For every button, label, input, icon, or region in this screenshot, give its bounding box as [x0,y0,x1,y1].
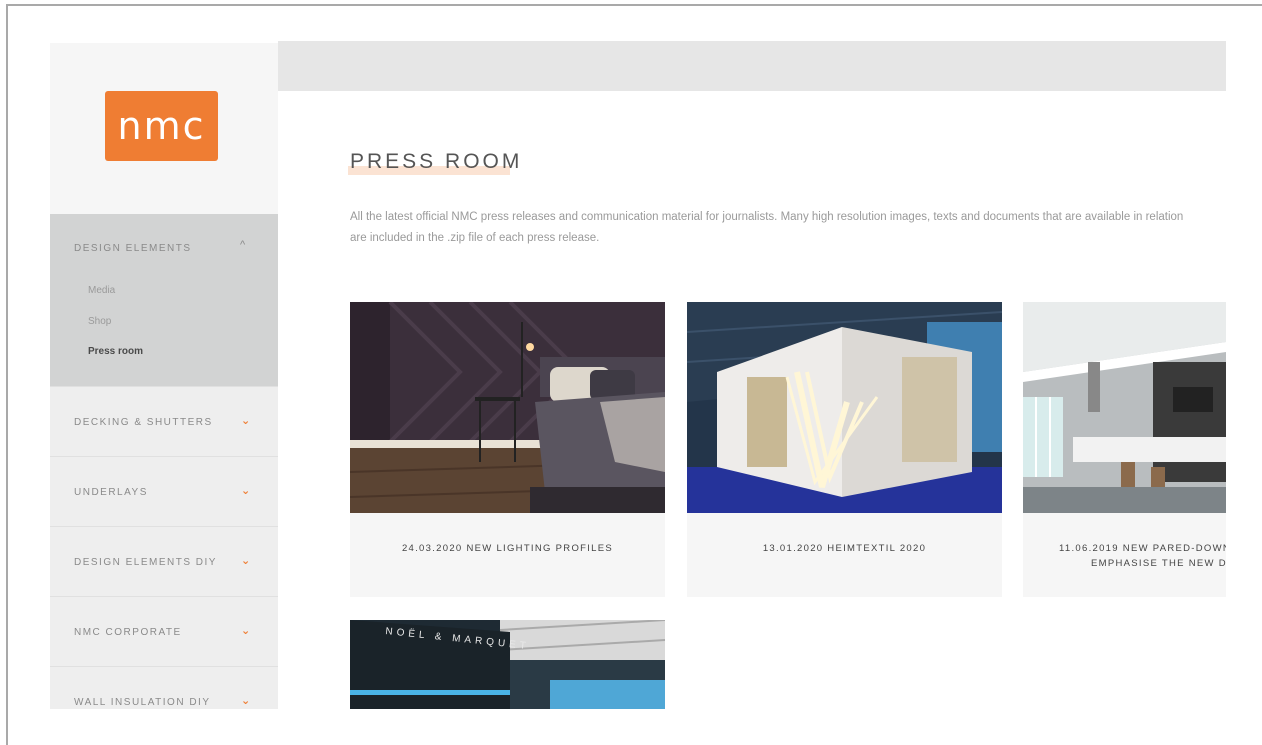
nav-section-decking-shutters[interactable]: DECKING & SHUTTERS ⌄ [50,386,278,456]
chevron-down-icon: ⌄ [241,485,251,497]
nav-section-label: UNDERLAYS [74,487,148,498]
chevron-down-icon: ⌄ [241,555,251,567]
nav-section-header-design-elements[interactable]: DESIGN ELEMENTS ^ [50,214,278,282]
caption-line: EMPHASISE THE NEW DIR [1091,558,1226,569]
press-card-caption: 13.01.2020 HEIMTEXTIL 2020 [762,543,927,554]
sidebar-item-shop[interactable]: Shop [88,316,111,327]
press-card-image [687,302,1002,513]
chevron-down-icon: ⌄ [241,625,251,637]
press-card-booth[interactable]: NOËL & MARQUET [350,620,665,709]
nav-section-design-elements: DESIGN ELEMENTS ^ Media Shop Press room [50,214,278,386]
nav-section-underlays[interactable]: UNDERLAYS ⌄ [50,456,278,526]
chevron-down-icon: ⌄ [241,695,251,707]
press-card-caption: 24.03.2020 NEW LIGHTING PROFILES [401,543,614,554]
press-card-caption: 11.06.2019 NEW PARED-DOWN EMPHASISE THE … [1059,541,1226,571]
intro-line: All the latest official NMC press releas… [350,211,1184,223]
nav-section-wall-insulation-diy[interactable]: WALL INSULATION DIY ⌄ [50,666,278,709]
intro-text: All the latest official NMC press releas… [350,207,1226,249]
press-card-pared-down[interactable]: 11.06.2019 NEW PARED-DOWN EMPHASISE THE … [1023,302,1226,597]
nmc-logo[interactable]: nmc [105,91,218,161]
nav-section-design-elements-diy[interactable]: DESIGN ELEMENTS DIY ⌄ [50,526,278,596]
nav-section-label: DECKING & SHUTTERS [74,417,213,428]
caption-line: 11.06.2019 NEW PARED-DOWN [1059,543,1226,554]
top-bar [278,41,1226,91]
nav-section-label: NMC CORPORATE [74,627,182,638]
intro-line: are included in the .zip file of each pr… [350,232,600,244]
chevron-up-icon: ^ [240,239,246,251]
press-card-heimtextil[interactable]: 13.01.2020 HEIMTEXTIL 2020 [687,302,1002,597]
press-card-image [350,302,665,513]
press-card-lighting-profiles[interactable]: 24.03.2020 NEW LIGHTING PROFILES [350,302,665,597]
sidebar: nmc DESIGN ELEMENTS ^ Media Shop Press r… [50,43,278,709]
page-title: PRESS ROOM [350,150,523,173]
press-card-image [1023,302,1226,513]
sidebar-item-press-room[interactable]: Press room [88,346,143,357]
nav-section-nmc-corporate[interactable]: NMC CORPORATE ⌄ [50,596,278,666]
nav-section-label: DESIGN ELEMENTS [74,243,192,254]
nav-section-label: WALL INSULATION DIY [74,697,211,708]
nav-section-label: DESIGN ELEMENTS DIY [74,557,217,568]
logo-area: nmc [50,43,278,214]
chevron-down-icon: ⌄ [241,415,251,427]
sidebar-item-media[interactable]: Media [88,285,115,296]
